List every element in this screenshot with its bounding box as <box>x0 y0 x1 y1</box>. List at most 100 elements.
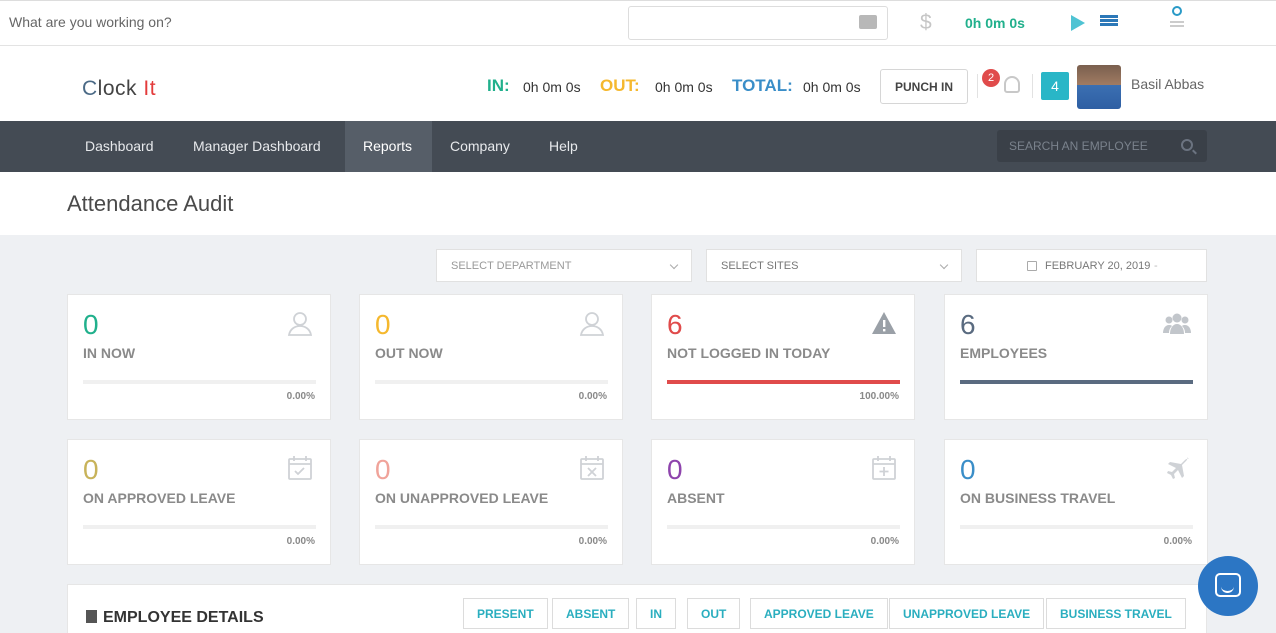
date-separator: - <box>1154 260 1158 272</box>
divider <box>1032 74 1033 98</box>
stat-percentage: 0.00% <box>870 536 899 547</box>
stat-percentage: 0.00% <box>286 391 315 402</box>
stat-card[interactable]: 0 OUT NOW 0.00% <box>359 294 623 420</box>
project-selector[interactable] <box>628 6 888 40</box>
employee-details-title: EMPLOYEE DETAILS <box>86 609 264 627</box>
stat-progress-bar <box>667 380 900 384</box>
user-outline-icon <box>578 309 606 337</box>
stat-label: NOT LOGGED IN TODAY <box>667 345 831 361</box>
app-header: Clock It IN: 0h 0m 0s OUT: 0h 0m 0s TOTA… <box>0 46 1276 121</box>
stat-percentage: 0.00% <box>578 391 607 402</box>
tracker-timer: 0h 0m 0s <box>965 15 1025 31</box>
date-range-picker[interactable]: FEBRUARY 20, 2019 - <box>976 249 1207 282</box>
stat-card[interactable]: 0 IN NOW 0.00% <box>67 294 331 420</box>
filter-in-button[interactable]: IN <box>636 598 676 629</box>
filter-absent-button[interactable]: ABSENT <box>552 598 630 629</box>
in-value: 0h 0m 0s <box>523 79 581 95</box>
stat-progress-bar <box>375 525 608 529</box>
calendar-plus-icon <box>870 454 898 482</box>
bell-icon[interactable] <box>1004 76 1020 93</box>
page-header: Attendance Audit <box>0 172 1276 235</box>
punch-in-button[interactable]: PUNCH IN <box>880 69 968 104</box>
main-nav: Dashboard Manager Dashboard Reports Comp… <box>0 121 1276 172</box>
chat-launcher-button[interactable] <box>1198 556 1258 616</box>
stat-label: ABSENT <box>667 490 725 506</box>
task-description-input[interactable]: What are you working on? <box>9 14 172 30</box>
stat-value: 0 <box>667 454 683 485</box>
stat-percentage: 0.00% <box>1163 536 1192 547</box>
list-view-icon[interactable] <box>1100 15 1118 30</box>
search-icon[interactable] <box>1181 139 1193 151</box>
out-stat: OUT: <box>600 76 640 95</box>
folder-icon <box>859 15 877 29</box>
filter-present-button[interactable]: PRESENT <box>463 598 548 629</box>
nav-help[interactable]: Help <box>531 121 596 172</box>
stat-value: 0 <box>83 309 99 340</box>
stat-value: 0 <box>375 309 391 340</box>
nav-company[interactable]: Company <box>432 121 528 172</box>
filter-approved-leave-button[interactable]: APPROVED LEAVE <box>750 598 888 629</box>
chevron-down-icon <box>939 260 949 270</box>
employee-search <box>997 130 1207 162</box>
nav-reports[interactable]: Reports <box>345 121 432 172</box>
stat-value: 0 <box>83 454 99 485</box>
notification-badge: 2 <box>982 69 1000 87</box>
stat-label: ON BUSINESS TRAVEL <box>960 490 1116 506</box>
stat-progress-fill <box>667 380 900 384</box>
stat-card[interactable]: 0 ON UNAPPROVED LEAVE 0.00% <box>359 439 623 565</box>
team-count-badge[interactable]: 4 <box>1041 72 1069 100</box>
warning-icon <box>870 309 898 337</box>
stat-progress-bar <box>83 380 316 384</box>
nav-manager-dashboard[interactable]: Manager Dashboard <box>175 121 339 172</box>
sites-select[interactable]: SELECT SITES <box>706 249 962 282</box>
date-value: FEBRUARY 20, 2019 <box>1045 260 1151 272</box>
stat-progress-bar <box>960 380 1193 384</box>
stat-progress-bar <box>960 525 1193 529</box>
stat-percentage: 100.00% <box>859 391 899 402</box>
stat-card[interactable]: 0 ON BUSINESS TRAVEL 0.00% <box>944 439 1208 565</box>
timer-mode-toggle[interactable] <box>1170 6 1184 29</box>
sites-select-value: SELECT SITES <box>721 260 799 272</box>
clockit-logo[interactable]: Clock It <box>82 77 156 101</box>
menu-icon <box>1170 21 1184 27</box>
stat-card[interactable]: 0 ON APPROVED LEAVE 0.00% <box>67 439 331 565</box>
stat-card[interactable]: 6 EMPLOYEES <box>944 294 1208 420</box>
user-outline-icon <box>286 309 314 337</box>
users-icon <box>1163 309 1191 337</box>
chat-icon <box>1215 573 1241 597</box>
clock-icon <box>1172 6 1182 16</box>
stat-progress-bar <box>667 525 900 529</box>
calendar-check-icon <box>286 454 314 482</box>
department-select-value: SELECT DEPARTMENT <box>451 260 572 272</box>
employee-details-panel: EMPLOYEE DETAILS PRESENT ABSENT IN OUT A… <box>67 584 1207 633</box>
employee-search-input[interactable] <box>997 130 1177 162</box>
time-tracker-bar: What are you working on? $ 0h 0m 0s <box>0 0 1276 46</box>
stat-progress-fill <box>960 380 1193 384</box>
filter-unapproved-leave-button[interactable]: UNAPPROVED LEAVE <box>889 598 1045 629</box>
avatar[interactable] <box>1077 65 1121 109</box>
in-stat: IN: <box>487 76 510 95</box>
filter-business-travel-button[interactable]: BUSINESS TRAVEL <box>1046 598 1186 629</box>
stat-label: EMPLOYEES <box>960 345 1048 361</box>
play-icon[interactable] <box>1071 15 1085 31</box>
nav-dashboard[interactable]: Dashboard <box>67 121 172 172</box>
stat-card[interactable]: 6 NOT LOGGED IN TODAY 100.00% <box>651 294 915 420</box>
total-value: 0h 0m 0s <box>803 79 861 95</box>
user-name[interactable]: Basil Abbas <box>1131 76 1204 92</box>
stat-progress-bar <box>375 380 608 384</box>
stat-value: 6 <box>667 309 683 340</box>
stat-percentage: 0.00% <box>578 536 607 547</box>
document-icon <box>86 610 97 623</box>
department-select[interactable]: SELECT DEPARTMENT <box>436 249 692 282</box>
calendar-x-icon <box>578 454 606 482</box>
stat-card[interactable]: 0 ABSENT 0.00% <box>651 439 915 565</box>
stat-label: ON UNAPPROVED LEAVE <box>375 490 549 506</box>
billable-icon[interactable]: $ <box>920 11 932 35</box>
stat-label: OUT NOW <box>375 345 443 361</box>
page-title: Attendance Audit <box>67 191 234 216</box>
filter-out-button[interactable]: OUT <box>687 598 741 629</box>
stat-label: IN NOW <box>83 345 136 361</box>
plane-icon <box>1163 454 1191 482</box>
stat-percentage: 0.00% <box>286 536 315 547</box>
stat-value: 0 <box>375 454 391 485</box>
